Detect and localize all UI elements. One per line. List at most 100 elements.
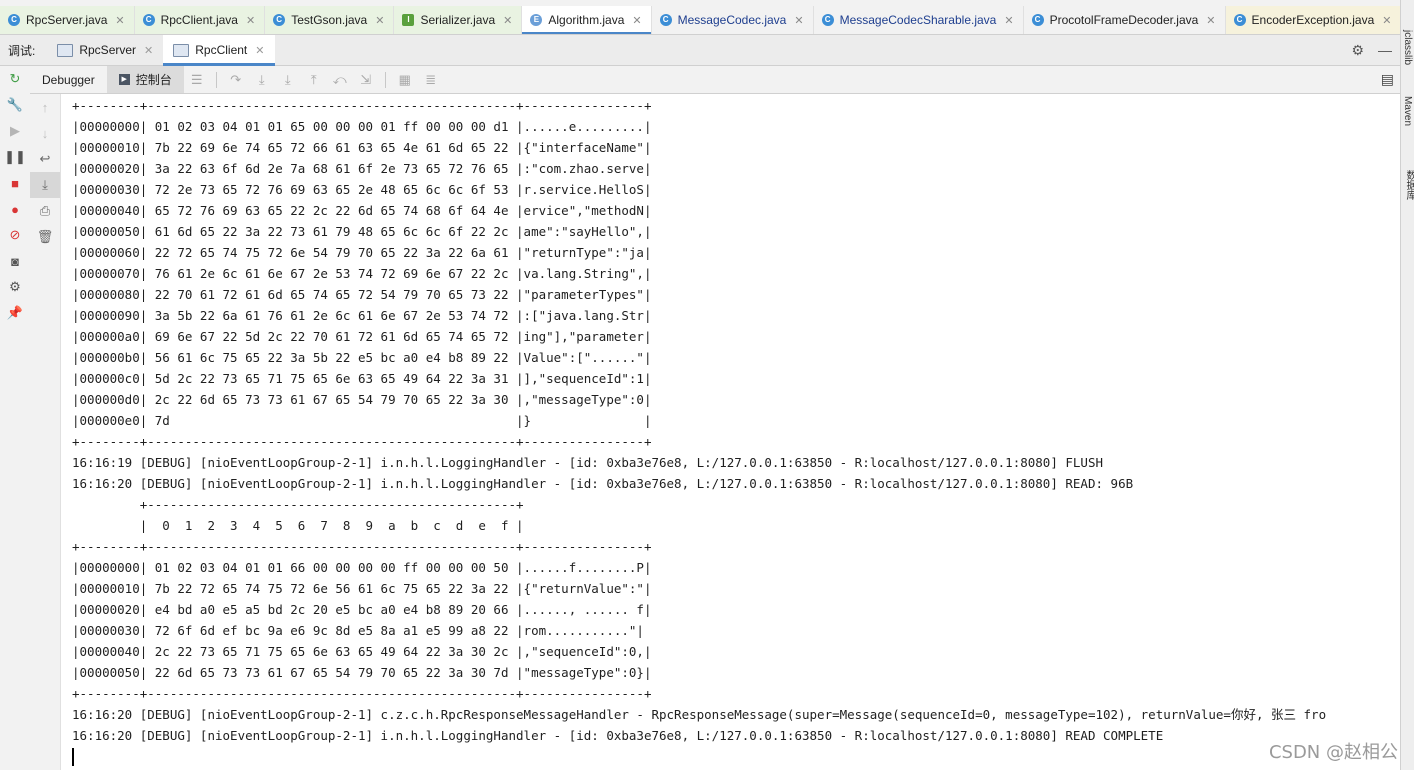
console-line: |00000040| 2c 22 73 65 71 75 65 6e 63 65… bbox=[72, 644, 652, 659]
java-class-icon: C bbox=[142, 14, 155, 26]
console-line: 16:16:20 [DEBUG] [nioEventLoopGroup-2-1]… bbox=[72, 707, 1327, 722]
console-line: |000000b0| 56 61 6c 75 65 22 3a 5b 22 e5… bbox=[72, 350, 652, 365]
editor-tab-label: TestGson.java bbox=[291, 13, 368, 27]
stop-icon[interactable]: ■ bbox=[0, 170, 30, 196]
editor-tab-bar: C RpcServer.java ✕ C RpcClient.java ✕ C … bbox=[0, 6, 1400, 35]
editor-tab-label: EncoderException.java bbox=[1251, 13, 1375, 27]
console-line: +--------+------------------------------… bbox=[72, 434, 652, 449]
close-icon[interactable]: ✕ bbox=[375, 14, 384, 27]
arrow-up-icon[interactable]: ↑ bbox=[30, 94, 60, 120]
editor-tab-procotolframedecoder[interactable]: C ProcotolFrameDecoder.java ✕ bbox=[1024, 6, 1226, 34]
console-line: |000000d0| 2c 22 6d 65 73 73 61 67 65 54… bbox=[72, 392, 652, 407]
gear-icon[interactable]: ⚙ bbox=[1351, 42, 1364, 59]
rerun-icon[interactable]: ↻ bbox=[0, 66, 30, 92]
debug-tab-rpcserver[interactable]: RpcServer ✕ bbox=[47, 35, 163, 65]
view-breakpoints-icon[interactable]: ● bbox=[0, 196, 30, 222]
step-over-icon[interactable]: ↷ bbox=[223, 72, 249, 88]
trash-icon[interactable]: 🗑 bbox=[30, 224, 60, 250]
console-line: 16:16:20 [DEBUG] [nioEventLoopGroup-2-1]… bbox=[72, 476, 1134, 491]
console-line: |00000020| 3a 22 63 6f 6d 2e 7a 68 61 6f… bbox=[72, 161, 652, 176]
wrench-icon[interactable]: 🔧 bbox=[0, 92, 30, 118]
drop-frame-icon[interactable]: ⤺ bbox=[327, 72, 353, 88]
console-actions-gutter: ↑ ↓ ↩ ⤓ ⎙ 🗑 bbox=[30, 94, 61, 770]
editor-tab-algorithm[interactable]: E Algorithm.java ✕ bbox=[522, 6, 652, 34]
console-line: +---------------------------------------… bbox=[72, 497, 524, 512]
resume-icon[interactable]: ▶ bbox=[0, 118, 30, 144]
tab-console-label: 控制台 bbox=[135, 73, 172, 87]
run-to-cursor-icon[interactable]: ⇲ bbox=[353, 72, 379, 88]
step-into-icon[interactable]: ⤓ bbox=[249, 72, 275, 88]
tab-debugger-label: Debugger bbox=[42, 72, 95, 87]
close-icon[interactable]: ✕ bbox=[632, 14, 641, 27]
tab-debugger[interactable]: Debugger bbox=[30, 66, 107, 93]
toolbar-separator bbox=[384, 71, 386, 88]
editor-tab-messagecodec[interactable]: C MessageCodec.java ✕ bbox=[652, 6, 814, 34]
debug-tab-rpcclient[interactable]: RpcClient ✕ bbox=[163, 35, 275, 66]
debug-label: 调试: bbox=[8, 43, 36, 58]
scroll-to-end-icon[interactable]: ⤓ bbox=[30, 172, 60, 198]
editor-tab-rpcserver[interactable]: C RpcServer.java ✕ bbox=[0, 6, 135, 34]
console-line: |00000050| 61 6d 65 22 3a 22 73 61 79 48… bbox=[72, 224, 652, 239]
force-step-into-icon[interactable]: ⤓ bbox=[275, 72, 301, 88]
step-out-icon[interactable]: ⤒ bbox=[301, 72, 327, 88]
pause-icon[interactable]: ❚❚ bbox=[0, 144, 30, 170]
editor-tab-messagecodecsharable[interactable]: C MessageCodecSharable.java ✕ bbox=[814, 6, 1024, 34]
close-icon[interactable]: ✕ bbox=[503, 14, 512, 27]
close-icon[interactable]: ✕ bbox=[246, 14, 255, 27]
editor-tab-label: Algorithm.java bbox=[548, 13, 625, 27]
debugger-toolbar: Debugger ▶ 控制台 ☰ ↷ ⤓ ⤓ ⤒ ⤺ ⇲ ▦ ≣ ▤ bbox=[30, 66, 1400, 94]
console-line: |000000e0| 7d |} | bbox=[72, 413, 652, 428]
console-line: |00000060| 22 72 65 74 75 72 6e 54 79 70… bbox=[72, 245, 652, 260]
java-interface-icon: I bbox=[402, 14, 415, 26]
console-text: +--------+------------------------------… bbox=[61, 94, 1400, 746]
minimize-icon[interactable]: — bbox=[1378, 42, 1392, 59]
print-icon[interactable]: ⎙ bbox=[30, 198, 60, 224]
sidebar-item-maven[interactable]: Maven bbox=[1402, 96, 1413, 126]
console-line: |00000050| 22 6d 65 73 73 61 67 65 54 79… bbox=[72, 665, 652, 680]
run-config-icon bbox=[57, 43, 74, 57]
editor-tab-label: RpcClient.java bbox=[160, 13, 238, 27]
pin-icon[interactable]: 📌 bbox=[0, 300, 30, 326]
close-icon[interactable]: ✕ bbox=[144, 44, 153, 57]
debug-tab-label: RpcServer bbox=[79, 43, 137, 57]
close-icon[interactable]: ✕ bbox=[1206, 14, 1215, 27]
camera-icon[interactable]: ◙ bbox=[0, 248, 30, 274]
close-icon[interactable]: ✕ bbox=[255, 44, 264, 57]
editor-tab-serializer[interactable]: I Serializer.java ✕ bbox=[394, 6, 523, 34]
console-output[interactable]: +--------+------------------------------… bbox=[61, 94, 1400, 770]
console-line: |00000030| 72 2e 73 65 72 76 69 63 65 2e… bbox=[72, 182, 652, 197]
run-config-icon bbox=[173, 43, 190, 57]
text-caret bbox=[72, 748, 74, 766]
console-line: |00000000| 01 02 03 04 01 01 65 00 00 00… bbox=[72, 119, 652, 134]
console-line: |000000a0| 69 6e 67 22 5d 2c 22 70 61 72… bbox=[72, 329, 652, 344]
console-line: |00000020| e4 bd a0 e5 a5 bd 2c 20 e5 bc… bbox=[72, 602, 652, 617]
soft-wrap-icon[interactable]: ↩ bbox=[30, 146, 60, 172]
sidebar-item-database[interactable]: 数据库 bbox=[1402, 170, 1414, 200]
toolbar-separator bbox=[215, 71, 217, 88]
close-icon[interactable]: ✕ bbox=[115, 14, 124, 27]
console-line: |00000080| 22 70 61 72 61 6d 65 74 65 72… bbox=[72, 287, 652, 302]
list-icon[interactable]: ☰ bbox=[184, 72, 210, 88]
layout-icon[interactable]: ▤ bbox=[1381, 71, 1394, 88]
evaluate-expression-icon[interactable]: ▦ bbox=[392, 72, 418, 88]
console-line: |00000030| 72 6f 6d ef bc 9a e6 9c 8d e5… bbox=[72, 623, 644, 638]
close-icon[interactable]: ✕ bbox=[794, 14, 803, 27]
right-tool-sidebar: jclasslib Maven 数据库 bbox=[1400, 0, 1414, 770]
mute-breakpoints-icon[interactable]: ⊘ bbox=[0, 222, 30, 248]
settings-icon[interactable]: ⚙ bbox=[0, 274, 30, 300]
sidebar-item-jclasslib[interactable]: jclasslib bbox=[1402, 30, 1413, 65]
close-icon[interactable]: ✕ bbox=[1382, 14, 1391, 27]
editor-tab-label: ProcotolFrameDecoder.java bbox=[1049, 13, 1199, 27]
trace-stream-icon[interactable]: ≣ bbox=[418, 72, 444, 88]
console-line: +--------+------------------------------… bbox=[72, 98, 652, 113]
console-line: | 0 1 2 3 4 5 6 7 8 9 a b c d e f | bbox=[72, 518, 524, 533]
editor-tab-encoderexception[interactable]: C EncoderException.java ✕ bbox=[1225, 6, 1400, 34]
editor-tab-rpcclient[interactable]: C RpcClient.java ✕ bbox=[134, 6, 266, 34]
close-icon[interactable]: ✕ bbox=[1004, 14, 1013, 27]
console-line: 16:16:19 [DEBUG] [nioEventLoopGroup-2-1]… bbox=[72, 455, 1104, 470]
console-line: |00000070| 76 61 2e 6c 61 6e 67 2e 53 74… bbox=[72, 266, 652, 281]
tab-console[interactable]: ▶ 控制台 bbox=[106, 66, 184, 93]
arrow-down-icon[interactable]: ↓ bbox=[30, 120, 60, 146]
editor-tab-testgson[interactable]: C TestGson.java ✕ bbox=[265, 6, 395, 34]
java-class-icon: C bbox=[1031, 14, 1044, 26]
